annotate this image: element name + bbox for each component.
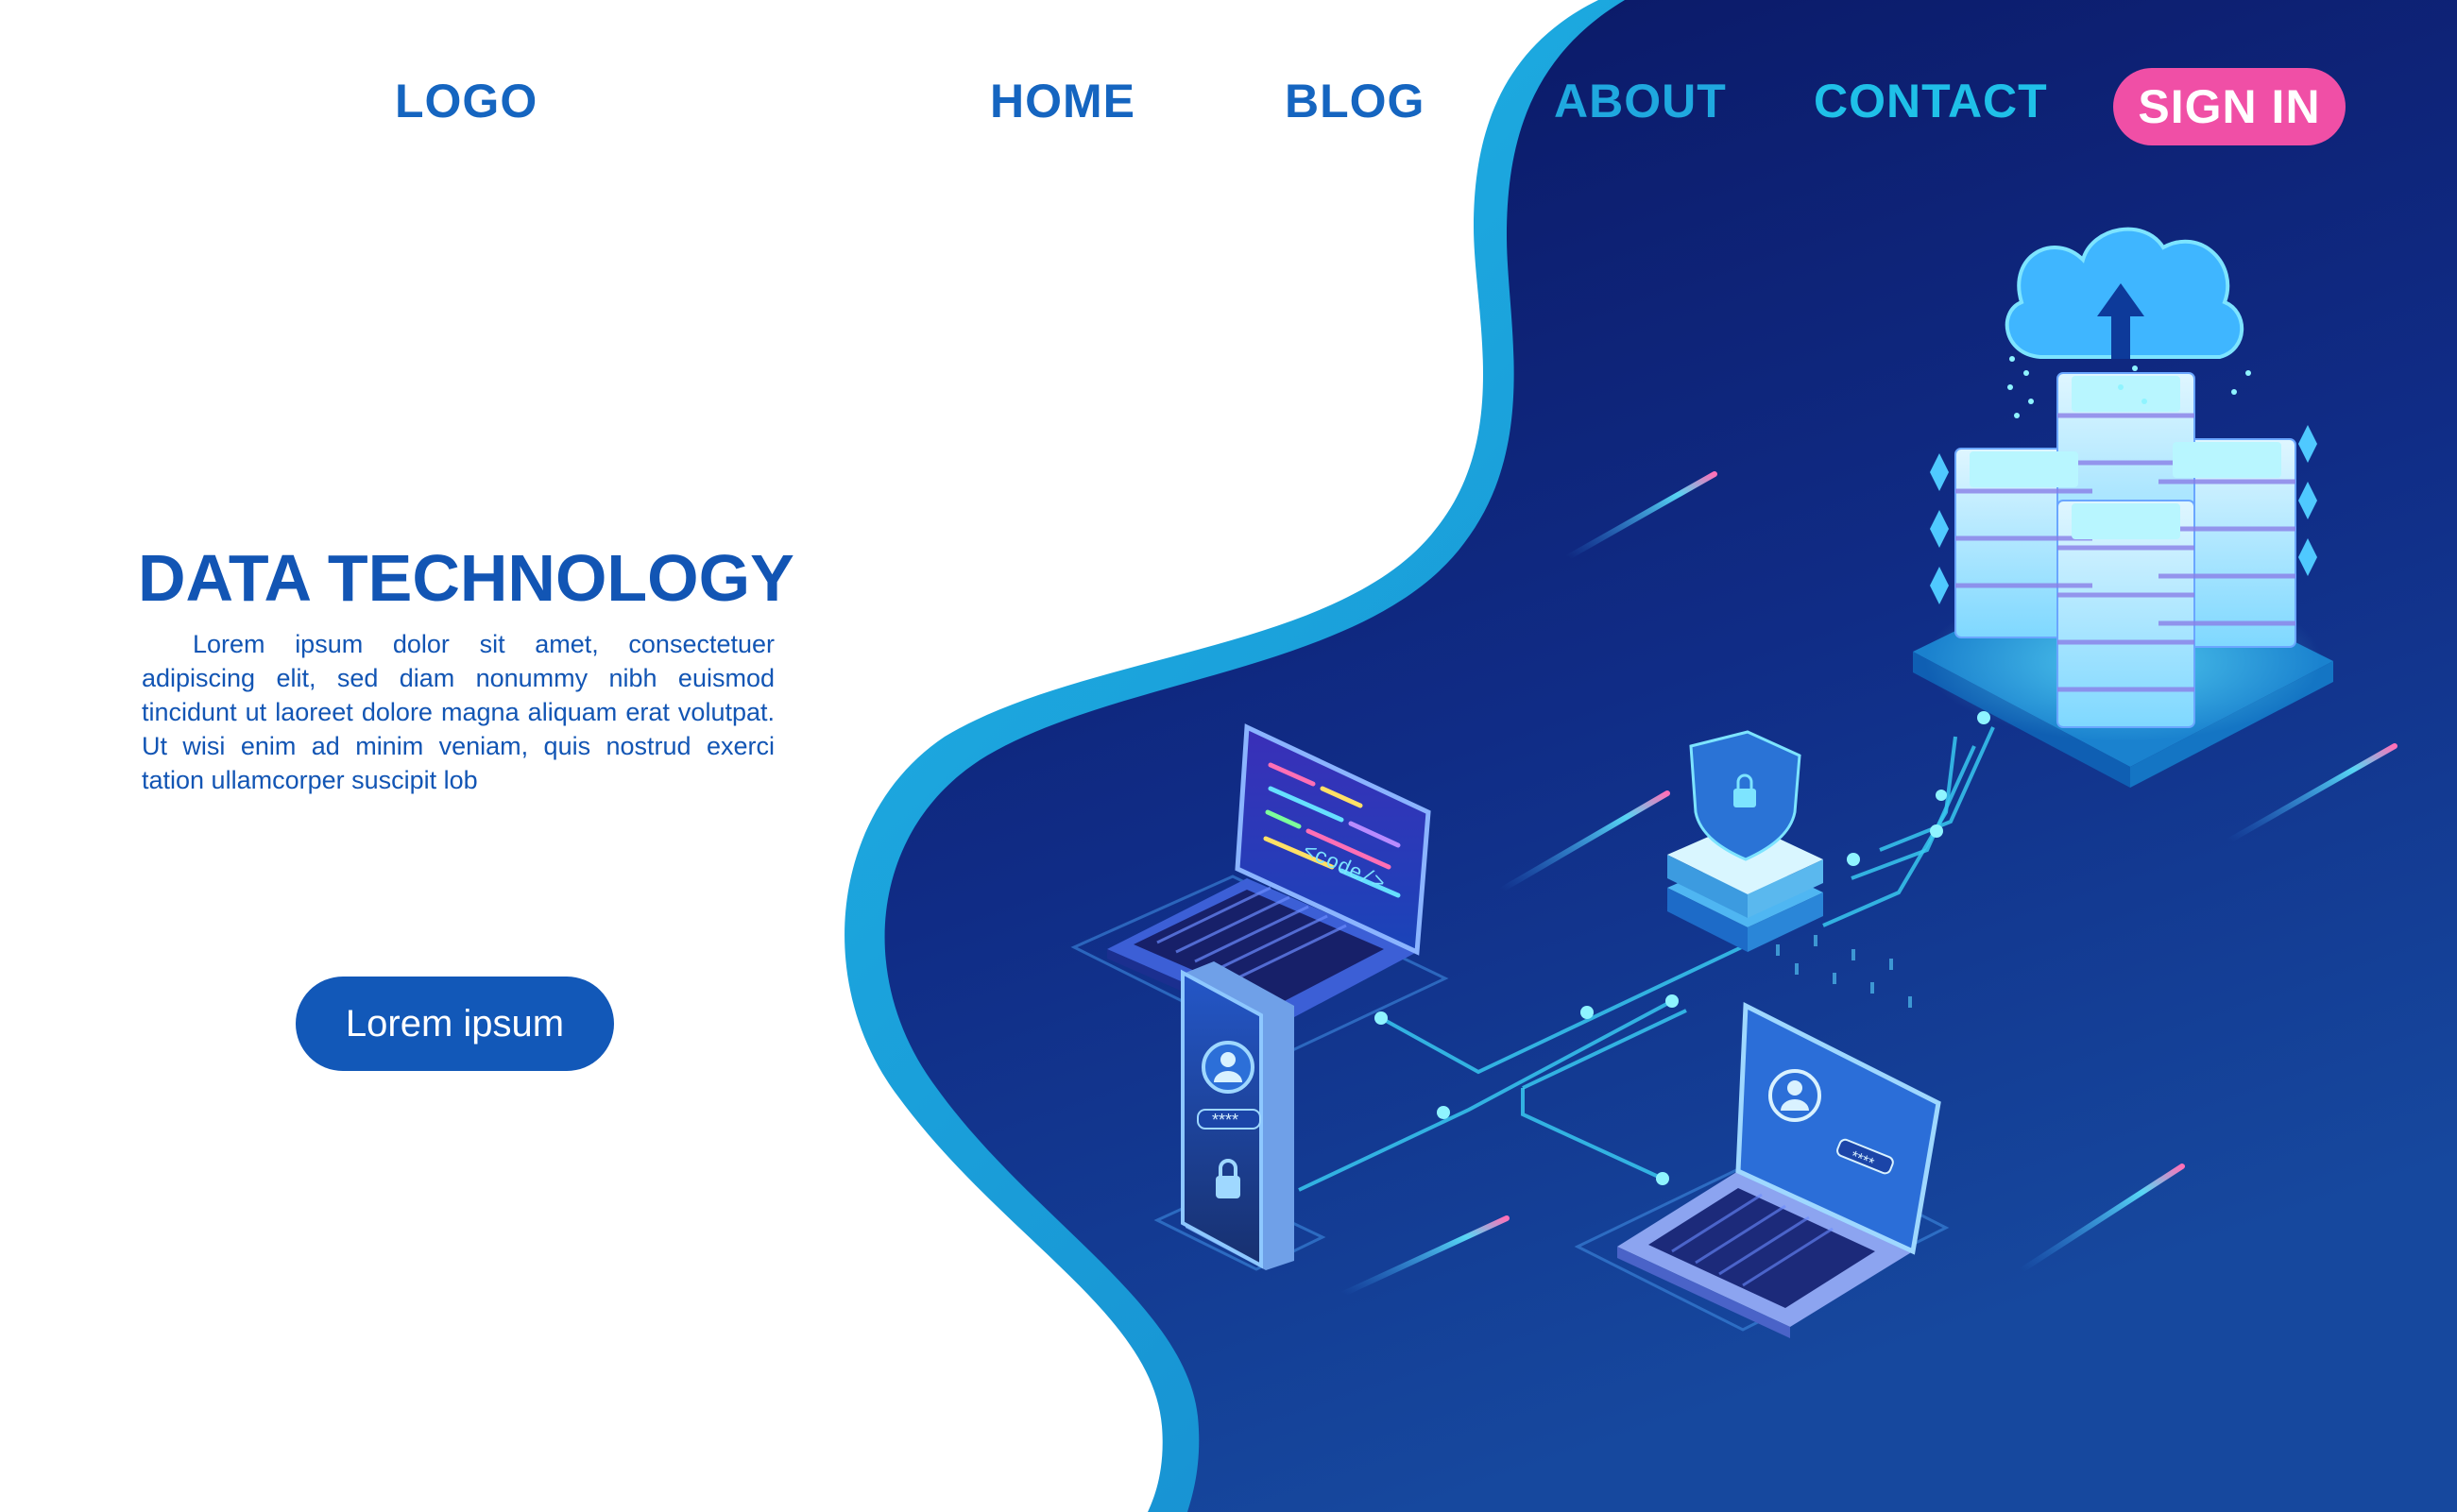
- nav-blog-link[interactable]: BLOG: [1285, 74, 1425, 128]
- hero-title: DATA TECHNOLOGY: [138, 541, 794, 615]
- phone-password-mask: ****: [1212, 1111, 1238, 1130]
- landing-page: <code/> **** **** LOGO HOME BLOG ABOUT C…: [0, 0, 2457, 1512]
- smartphone-login-icon: ****: [1181, 961, 1294, 1270]
- lorem-ipsum-button[interactable]: Lorem ipsum: [296, 977, 614, 1071]
- nav-about-link[interactable]: ABOUT: [1554, 74, 1727, 128]
- sign-in-button[interactable]: SIGN IN: [2113, 68, 2346, 145]
- logo[interactable]: LOGO: [395, 74, 537, 128]
- nav-contact-link[interactable]: CONTACT: [1814, 74, 2048, 128]
- hero-description: Lorem ipsum dolor sit amet, consectetuer…: [142, 630, 775, 794]
- nav-home-link[interactable]: HOME: [990, 74, 1135, 128]
